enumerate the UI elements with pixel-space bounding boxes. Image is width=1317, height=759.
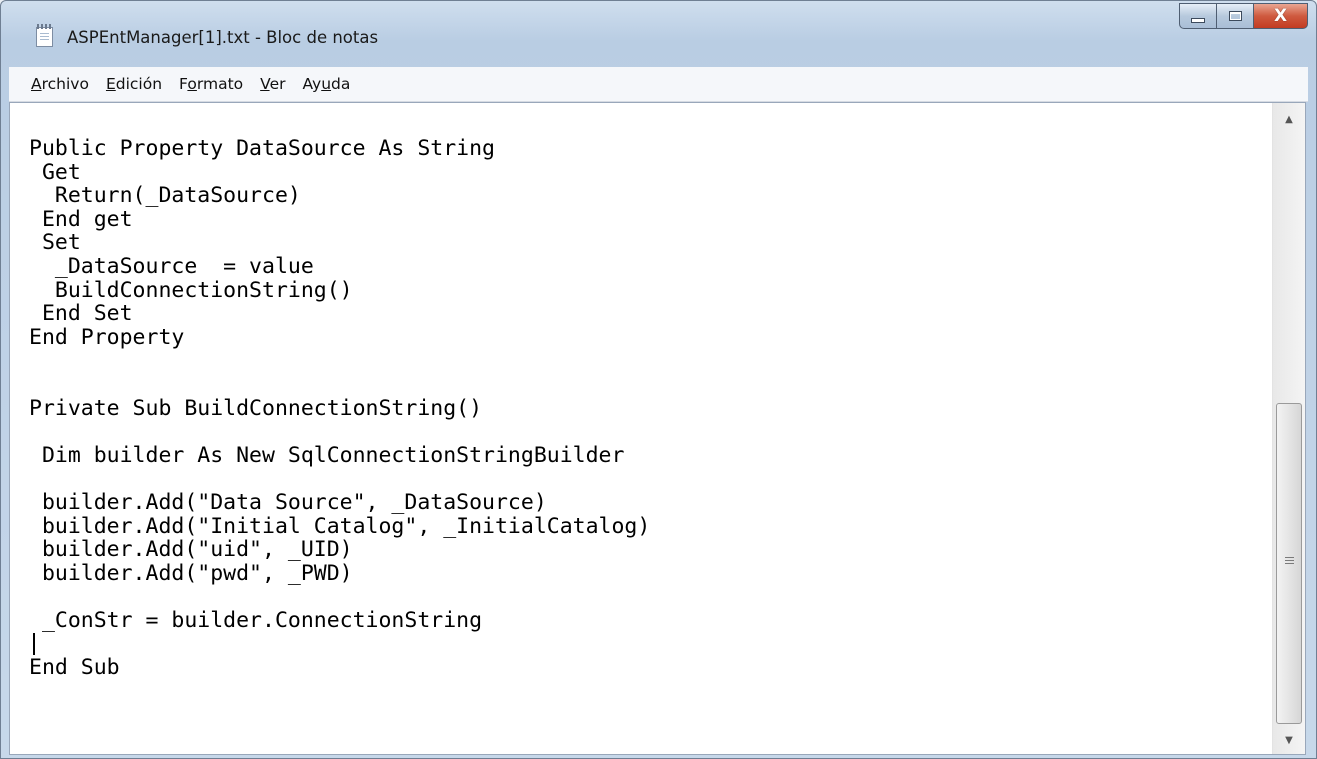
text-editor[interactable]: Public Property DataSource As String Get… [9,102,1306,755]
menu-archivo[interactable]: Archivo [31,75,89,93]
code-line: builder.Add("Data Source", _DataSource) [29,489,547,515]
window-title: ASPEntManager[1].txt - Bloc de notas [67,28,379,47]
editor-text-area[interactable]: Public Property DataSource As String Get… [29,137,1265,754]
code-line: End get [29,206,133,232]
scroll-down-button[interactable]: ▼ [1273,728,1305,752]
code-line: Dim builder As New SqlConnectionStringBu… [29,442,625,468]
vertical-scrollbar[interactable]: ▲ ▼ [1272,103,1305,754]
code-line: Set [29,230,81,256]
scroll-up-arrow-icon: ▲ [1285,113,1293,125]
minimize-button[interactable] [1179,3,1217,29]
menu-edicion[interactable]: Edición [106,75,162,93]
code-line: BuildConnectionString() [29,277,353,303]
scroll-thumb[interactable] [1276,403,1302,724]
code-line: builder.Add("pwd", _PWD) [29,560,353,586]
scroll-up-button[interactable]: ▲ [1273,107,1305,131]
menu-ayuda[interactable]: Ayuda [302,75,350,93]
grip-icon [1285,557,1294,565]
code-line: builder.Add("Initial Catalog", _InitialC… [29,513,651,539]
maximize-button[interactable] [1217,3,1254,29]
code-line: Get [29,159,81,185]
maximize-icon [1228,11,1242,21]
code-line: End Sub [29,655,120,681]
code-line: Return(_DataSource) [29,183,301,209]
menu-formato[interactable]: Formato [179,75,243,93]
notepad-window: ASPEntManager[1].txt - Bloc de notas X A… [0,0,1317,759]
window-controls: X [1179,3,1308,31]
close-button[interactable]: X [1254,3,1308,29]
close-icon: X [1273,6,1288,26]
code-line: builder.Add("uid", _UID) [29,537,353,563]
code-line: End Property [29,324,185,350]
menu-ver[interactable]: Ver [260,75,285,93]
menu-bar: Archivo Edición Formato Ver Ayuda [9,67,1308,102]
code-line: _DataSource = value [29,253,314,279]
code-line: Private Sub BuildConnectionString() [29,395,483,421]
code-line: End Set [29,301,133,327]
notepad-icon[interactable] [36,24,53,47]
minimize-icon [1191,17,1205,23]
title-bar[interactable]: ASPEntManager[1].txt - Bloc de notas X [1,1,1316,67]
code-line: _ConStr = builder.ConnectionString [29,607,483,633]
code-line: Public Property DataSource As String [29,137,495,161]
scroll-down-arrow-icon: ▼ [1285,734,1293,746]
text-caret [33,633,35,655]
